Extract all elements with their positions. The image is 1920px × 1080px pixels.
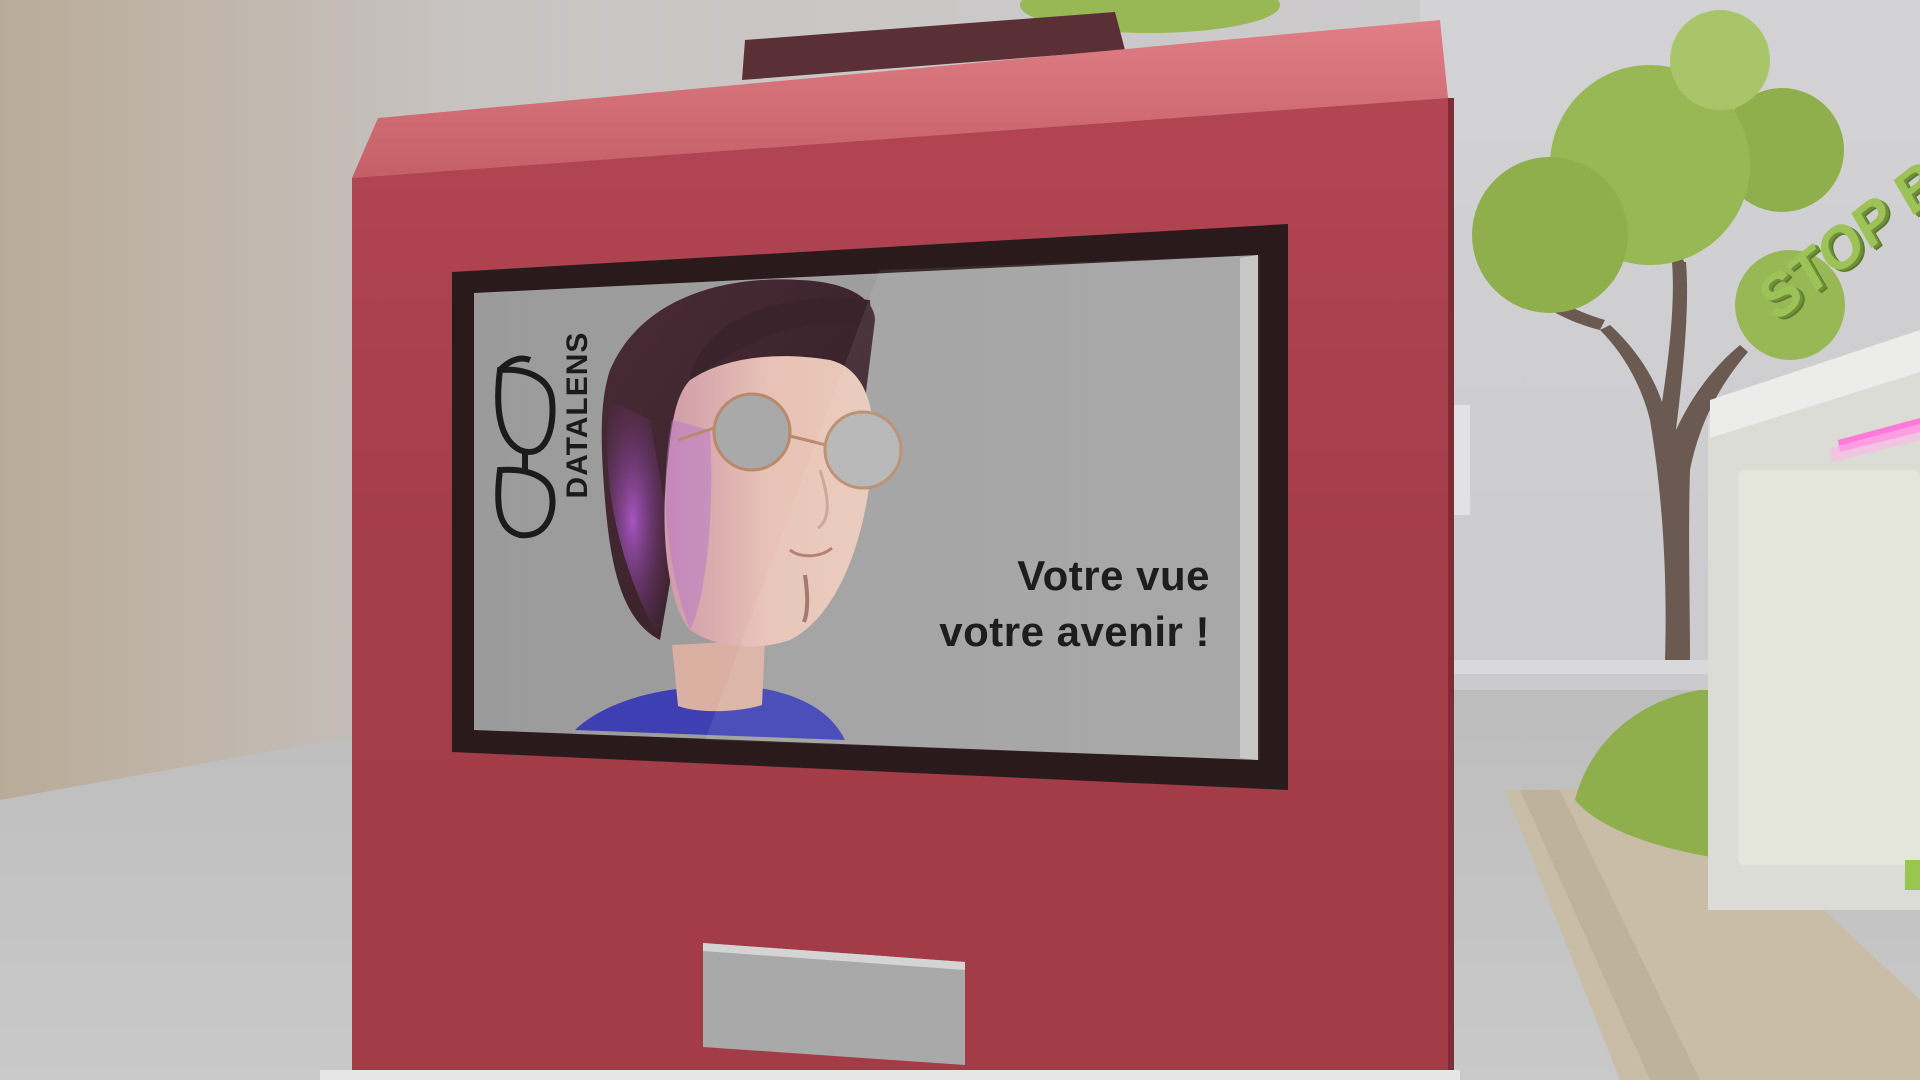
slogan-line-2: votre avenir ! [939, 608, 1210, 655]
3d-street-scene: DATALENS Votre vue votre avenir ! STOP B… [0, 0, 1920, 1080]
brand-name: DATALENS [561, 331, 594, 499]
slogan-line-1: Votre vue [1017, 552, 1210, 599]
ad-slogan: Votre vue votre avenir ! [830, 548, 1210, 660]
datalens-logo-icon [495, 355, 556, 539]
